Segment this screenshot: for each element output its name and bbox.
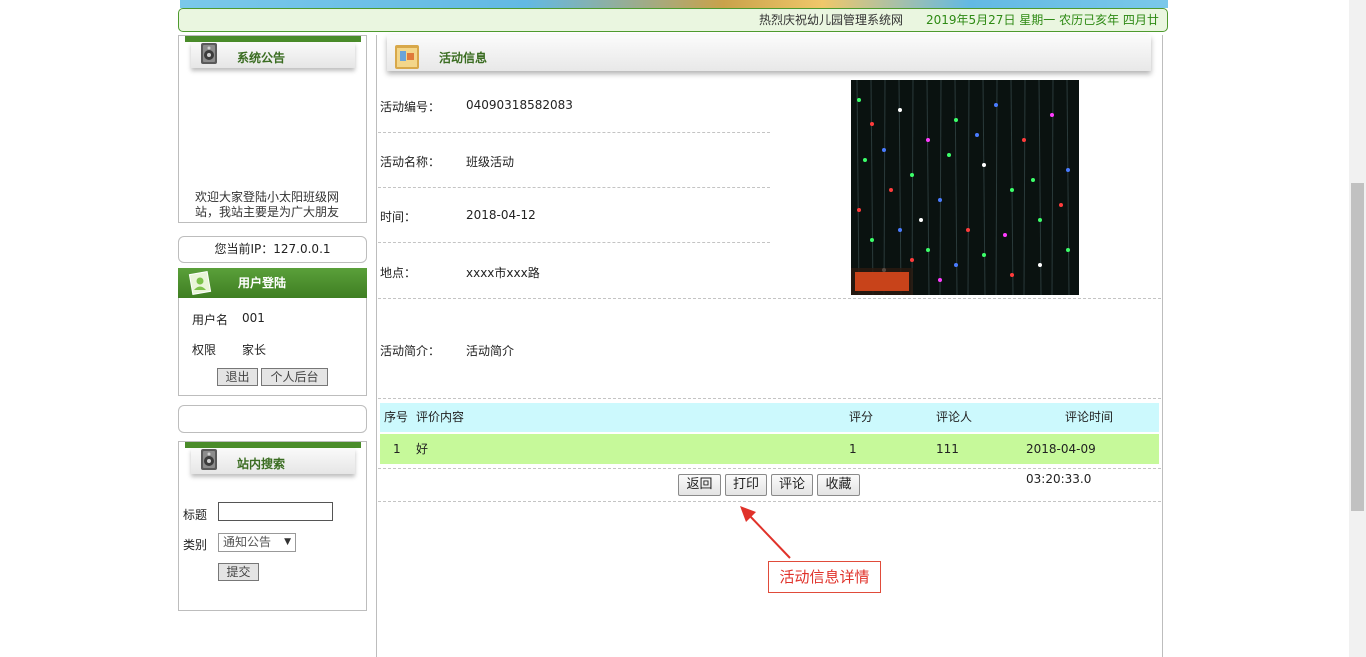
- user-card-icon: [188, 270, 212, 307]
- personal-backend-button[interactable]: 个人后台: [261, 368, 328, 386]
- role-value: 家长: [242, 343, 267, 357]
- print-button[interactable]: 打印: [725, 474, 767, 496]
- login-panel-title: 用户登陆: [238, 276, 287, 290]
- activity-intro-label: 活动简介：: [380, 344, 441, 358]
- col-header-time: 评论时间: [1065, 410, 1114, 424]
- search-category-label: 类别: [183, 538, 208, 552]
- comment-button[interactable]: 评论: [771, 474, 813, 496]
- back-button[interactable]: 返回: [678, 474, 721, 496]
- folder-icon: [393, 41, 423, 74]
- cell-content: 好: [416, 442, 429, 456]
- notice-panel-title: 系统公告: [237, 51, 286, 65]
- activity-time-value: 2018-04-12: [466, 208, 536, 222]
- speaker-icon: [199, 40, 221, 66]
- notice-text: 欢迎大家登陆小太阳班级网站，我站主要是为广大朋友: [195, 190, 340, 219]
- cell-reviewer: 111: [936, 442, 959, 456]
- activity-id-value: 04090318582083: [466, 98, 573, 112]
- search-panel-header: 站内搜索: [185, 442, 361, 478]
- cell-index: 1: [393, 442, 401, 456]
- search-submit-button[interactable]: 提交: [218, 563, 259, 581]
- top-banner-image: [180, 0, 1168, 8]
- col-header-content: 评价内容: [416, 410, 465, 424]
- chevron-down-icon: ▼: [284, 537, 291, 547]
- search-title-label: 标题: [183, 508, 208, 522]
- speaker-icon: [199, 446, 221, 472]
- annotation-callout: 活动信息详情: [768, 561, 881, 593]
- favorite-button[interactable]: 收藏: [817, 474, 860, 496]
- username-label: 用户名: [192, 313, 229, 327]
- notice-panel-header: 系统公告: [185, 36, 361, 72]
- username-value: 001: [242, 311, 265, 325]
- cell-time: 2018-04-09 03:20:33.0: [1026, 442, 1096, 486]
- activity-id-label: 活动编号：: [380, 100, 441, 114]
- site-name-text: 热烈庆祝幼儿园管理系统网: [759, 13, 904, 27]
- marquee-bar: 热烈庆祝幼儿园管理系统网 2019年5月27日 星期一 农历己亥年 四月廿三: [178, 8, 1168, 49]
- search-category-select[interactable]: 通知公告 ▼: [218, 533, 296, 552]
- activity-time-label: 时间：: [380, 210, 417, 224]
- main-panel-header: 活动信息: [387, 35, 1151, 71]
- activity-place-value: xxxx市xxx路: [466, 266, 540, 280]
- cell-score: 1: [849, 442, 857, 456]
- scrollbar-thumb[interactable]: [1351, 183, 1364, 511]
- col-header-index: 序号: [384, 410, 409, 424]
- col-header-score: 评分: [849, 410, 874, 424]
- empty-info-box: [178, 405, 367, 433]
- col-header-reviewer: 评论人: [936, 410, 973, 424]
- annotation-arrow-icon: [740, 506, 791, 559]
- page-scrollbar[interactable]: [1349, 0, 1366, 657]
- login-panel-header: 用户登陆: [178, 268, 367, 298]
- activity-image: [851, 80, 1079, 295]
- search-panel-title: 站内搜索: [237, 457, 286, 471]
- logout-button[interactable]: 退出: [217, 368, 258, 386]
- search-panel: 站内搜索: [178, 441, 367, 611]
- role-label: 权限: [192, 343, 217, 357]
- table-row: 1 好 1 111 2018-04-09 03:20:33.0: [380, 434, 1159, 486]
- activity-name-value: 班级活动: [466, 155, 515, 169]
- main-panel-title: 活动信息: [439, 51, 488, 65]
- activity-intro-value: 活动简介: [466, 344, 515, 358]
- activity-place-label: 地点：: [380, 266, 417, 280]
- search-category-value: 通知公告: [223, 535, 272, 549]
- comment-table-header: 序号 评价内容 评分 评论人 评论时间: [380, 403, 1159, 432]
- ip-info: 您当前IP：127.0.0.1: [178, 236, 367, 263]
- search-title-input[interactable]: [218, 502, 333, 521]
- activity-name-label: 活动名称：: [380, 155, 441, 169]
